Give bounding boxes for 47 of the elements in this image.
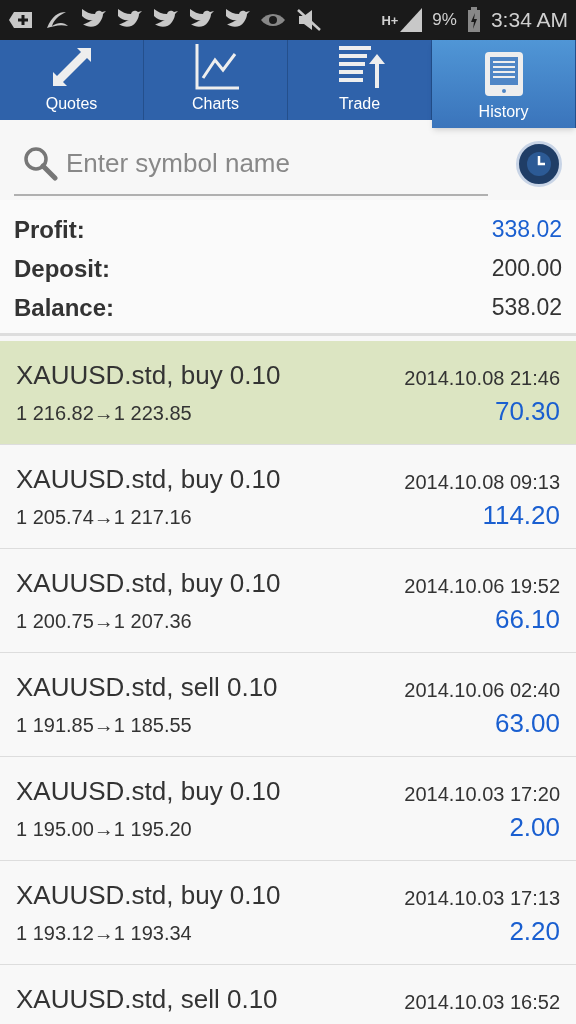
tab[interactable]: Quotes xyxy=(0,40,144,120)
trade-time: 2014.10.06 19:52 xyxy=(404,574,560,599)
trade-row[interactable]: XAUUSD.std, buy 0.10 1 193.12→1 193.34 2014.10.03 17:13 2.20 xyxy=(0,861,576,965)
battery-percent: 9% xyxy=(432,9,457,32)
trade-prices: 1 195.00→1 195.20 xyxy=(16,816,193,842)
trade-prices: 1 193.12→1 193.34 xyxy=(16,920,193,946)
trade-prices: 1 191.85→1 185.55 xyxy=(16,712,193,738)
trade-row[interactable]: XAUUSD.std, buy 0.10 1 195.00→1 195.20 2014.10.03 17:20 2.00 xyxy=(0,757,576,861)
clock-time: 3:34 AM xyxy=(490,7,568,34)
summary-label: Balance: xyxy=(14,292,115,323)
trade-profit: 114.20 xyxy=(482,499,560,532)
trade-prices: 1 205.74→1 217.16 xyxy=(16,504,193,530)
trade-row[interactable]: XAUUSD.std, sell 0.10 1 191.85→1 185.55 2014.10.06 02:40 63.00 xyxy=(0,653,576,757)
trade-row[interactable]: XAUUSD.std, buy 0.10 1 200.75→1 207.36 2014.10.06 19:52 66.10 xyxy=(0,549,576,653)
trade-title: XAUUSD.std, sell 0.10 xyxy=(16,671,278,704)
trade-row[interactable]: XAUUSD.std, buy 0.10 1 205.74→1 217.16 2014.10.08 09:13 114.20 xyxy=(0,445,576,549)
trade-time: 2014.10.08 09:13 xyxy=(404,470,560,495)
summary-label: Deposit: xyxy=(14,253,110,284)
trade-title: XAUUSD.std, buy 0.10 xyxy=(16,775,281,808)
trade-profit: 2.00 xyxy=(509,811,560,844)
trade-prices: 1 200.75→1 207.36 xyxy=(16,608,193,634)
trade-profit: 63.00 xyxy=(494,707,560,740)
trade-time: 2014.10.08 21:46 xyxy=(404,366,560,391)
trade-title: XAUUSD.std, sell 0.10 xyxy=(16,983,278,1016)
summary-label: Profit: xyxy=(14,214,85,245)
tab[interactable]: Charts xyxy=(144,40,288,120)
trade-time: 2014.10.06 02:40 xyxy=(404,678,560,703)
trade-profit: 2.20 xyxy=(509,915,560,948)
tab[interactable]: History xyxy=(432,40,576,128)
tab[interactable]: Trade xyxy=(288,40,432,120)
trade-row[interactable]: XAUUSD.std, sell 0.10 2014.10.03 16:52 xyxy=(0,965,576,1024)
summary-value: 200.00 xyxy=(491,254,562,284)
trade-profit: 66.10 xyxy=(494,603,560,636)
trade-time: 2014.10.03 17:20 xyxy=(404,782,560,807)
summary-value: 338.02 xyxy=(491,215,562,245)
trade-title: XAUUSD.std, buy 0.10 xyxy=(16,463,281,496)
trade-row[interactable]: XAUUSD.std, buy 0.10 1 216.82→1 223.85 2014.10.08 21:46 70.30 xyxy=(0,341,576,445)
summary-value: 538.02 xyxy=(491,293,562,323)
trade-time: 2014.10.03 16:52 xyxy=(404,990,560,1015)
trade-title: XAUUSD.std, buy 0.10 xyxy=(16,359,281,392)
trade-title: XAUUSD.std, buy 0.10 xyxy=(16,879,281,912)
trade-profit: 70.30 xyxy=(494,395,560,428)
trade-prices: 1 216.82→1 223.85 xyxy=(16,400,193,426)
search-field[interactable]: Enter symbol name xyxy=(66,143,480,183)
trade-time: 2014.10.03 17:13 xyxy=(404,886,560,911)
network-type: H+ xyxy=(381,13,399,27)
trade-title: XAUUSD.std, buy 0.10 xyxy=(16,567,281,600)
